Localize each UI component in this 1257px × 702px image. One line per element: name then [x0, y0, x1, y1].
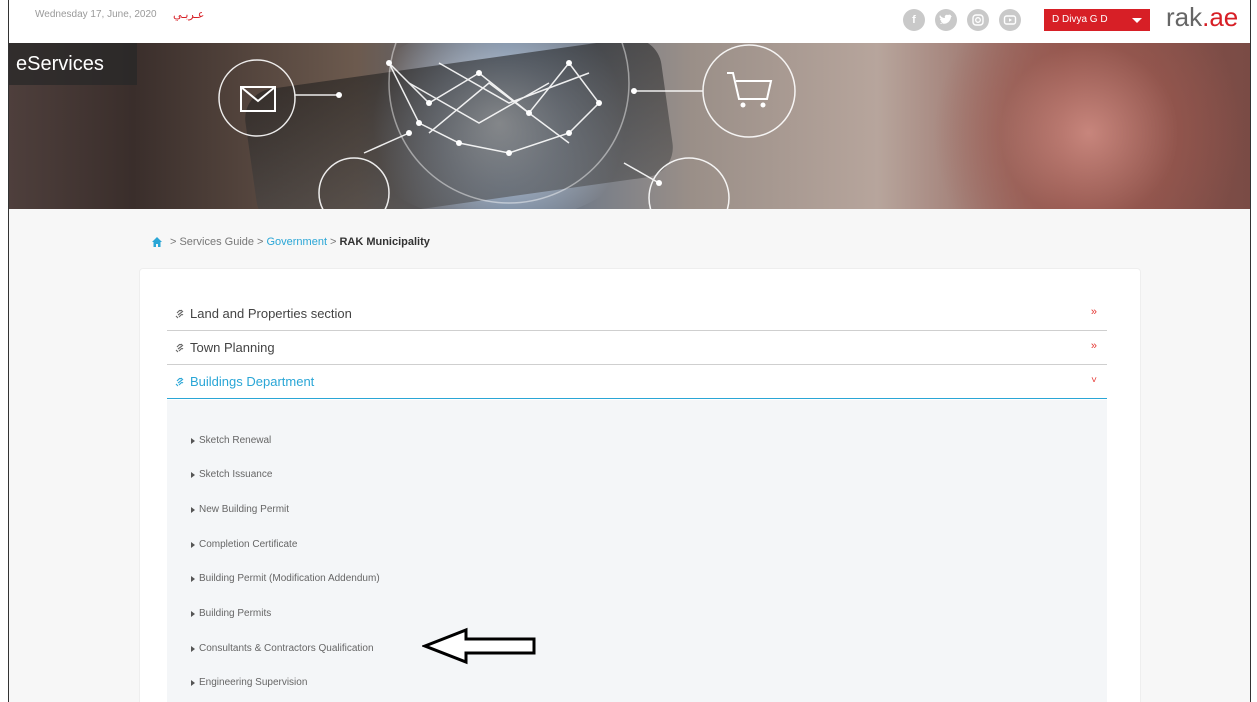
page-frame: Wednesday 17, June, 2020 عـربـي f D Divy…	[8, 0, 1251, 702]
top-bar: Wednesday 17, June, 2020 عـربـي f D Divy…	[9, 0, 1250, 43]
service-link-consultants-contractors[interactable]: Consultants & Contractors Qualification	[191, 643, 374, 654]
caret-right-icon	[191, 471, 195, 478]
accordion-label: Town Planning	[190, 340, 275, 355]
breadcrumb: > Services Guide > Government > RAK Muni…	[151, 236, 430, 248]
chevron-right-icon: »	[1090, 340, 1097, 352]
service-link-building-permit-modification[interactable]: Building Permit (Modification Addendum)	[191, 573, 380, 584]
twitter-icon[interactable]	[935, 9, 957, 31]
service-link-sketch-renewal[interactable]: Sketch Renewal	[191, 435, 271, 446]
user-menu-button[interactable]: D Divya G D	[1044, 9, 1150, 31]
service-link-engineering-supervision[interactable]: Engineering Supervision	[191, 677, 307, 688]
user-name: D Divya G D	[1052, 14, 1108, 25]
services-card: Land and Properties section » Town Plann…	[139, 268, 1141, 702]
instagram-icon[interactable]	[967, 9, 989, 31]
accordion-label: Land and Properties section	[190, 306, 352, 321]
home-icon[interactable]	[151, 236, 163, 248]
link-icon	[175, 309, 184, 318]
service-link-new-building-permit[interactable]: New Building Permit	[191, 504, 289, 515]
service-link-building-permits[interactable]: Building Permits	[191, 608, 271, 619]
link-icon	[175, 343, 184, 352]
accordion-town-planning[interactable]: Town Planning »	[167, 331, 1107, 365]
caret-right-icon	[191, 506, 195, 513]
caret-right-icon	[191, 610, 195, 617]
breadcrumb-government[interactable]: Government	[266, 236, 327, 248]
page-title: eServices	[9, 43, 137, 85]
annotation-arrow-icon	[422, 627, 536, 665]
caret-right-icon	[191, 645, 195, 652]
accordion-land-and-properties[interactable]: Land and Properties section »	[167, 297, 1107, 331]
caret-right-icon	[191, 541, 195, 548]
accordion-label: Buildings Department	[190, 374, 315, 389]
breadcrumb-services-guide[interactable]: Services Guide	[179, 236, 254, 248]
chevron-down-icon: ˅	[1091, 375, 1097, 386]
current-date: Wednesday 17, June, 2020	[35, 9, 157, 20]
accordion-panel-buildings: Sketch Renewal Sketch Issuance New Build…	[167, 400, 1107, 702]
rak-logo[interactable]: rak.ae	[1166, 2, 1238, 33]
network-graphic	[218, 43, 796, 209]
youtube-icon[interactable]	[999, 9, 1021, 31]
service-link-completion-certificate[interactable]: Completion Certificate	[191, 539, 297, 550]
service-link-sketch-issuance[interactable]: Sketch Issuance	[191, 469, 272, 480]
caret-right-icon	[191, 437, 195, 444]
link-icon	[175, 377, 184, 386]
language-switch-link[interactable]: عـربـي	[173, 8, 204, 21]
hero-banner: eServices	[9, 43, 1250, 209]
breadcrumb-current: RAK Municipality	[339, 236, 430, 248]
caret-right-icon	[191, 575, 195, 582]
caret-down-icon	[1132, 18, 1142, 23]
caret-right-icon	[191, 679, 195, 686]
facebook-icon[interactable]: f	[903, 9, 925, 31]
chevron-right-icon: »	[1090, 306, 1097, 318]
accordion-buildings-department[interactable]: Buildings Department ˅	[167, 365, 1107, 399]
